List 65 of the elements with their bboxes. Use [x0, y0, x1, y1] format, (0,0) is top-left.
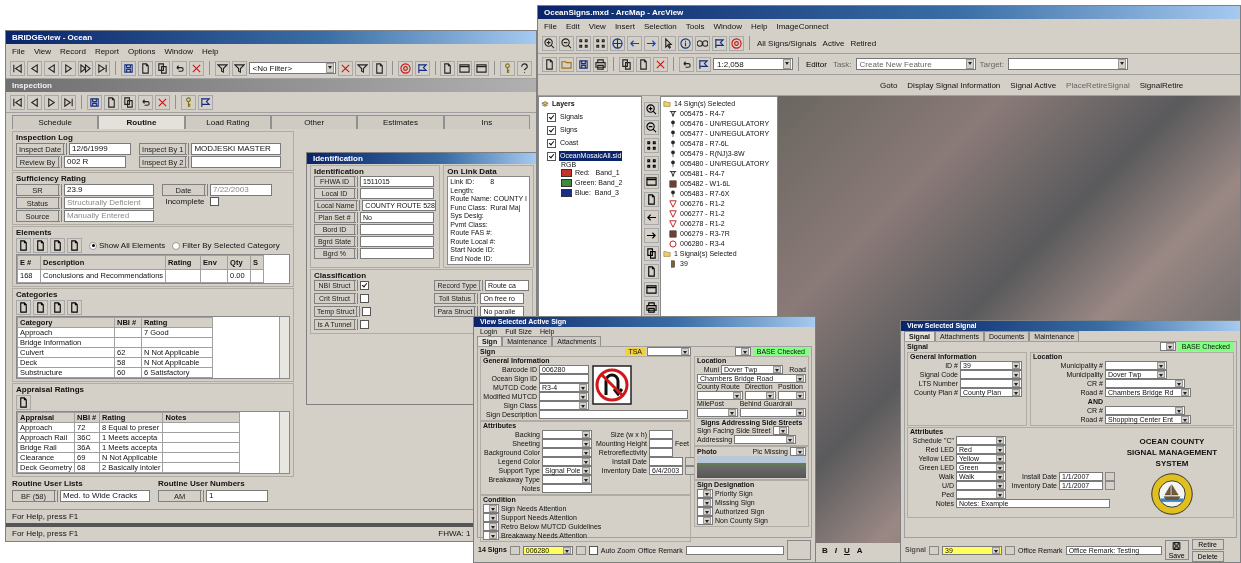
- task-dropdown[interactable]: Create New Feature: [855, 58, 976, 70]
- menu-item[interactable]: Edit: [565, 21, 580, 31]
- menu-item[interactable]: Window: [713, 21, 742, 31]
- window-title: Inspection: [6, 79, 536, 92]
- radio-option[interactable]: Filter By Selected Category: [172, 241, 280, 250]
- menu-item[interactable]: ImageConnect: [776, 21, 829, 31]
- menu-item[interactable]: View: [588, 21, 606, 31]
- section-title: On Link Data: [447, 167, 498, 176]
- logo-title: OCEAN COUNTY SIGNAL MANAGEMENT SYSTEM: [1126, 436, 1218, 469]
- section-title: Inspection Log: [16, 133, 74, 143]
- scale-dropdown[interactable]: 1:2,058: [713, 58, 793, 70]
- tab[interactable]: Other: [271, 115, 358, 129]
- window-title: BRIDGEview - Ocean: [6, 31, 536, 44]
- window-title: Identification: [307, 153, 536, 164]
- section-title: Identification: [314, 167, 365, 176]
- window-title: OceanSigns.mxd - ArcMap - ArcView: [538, 6, 1240, 19]
- tab[interactable]: Ins: [443, 115, 530, 129]
- format-button[interactable]: U: [844, 545, 850, 555]
- menu-item[interactable]: Record: [60, 46, 86, 56]
- command-button[interactable]: SignalRetire: [1137, 80, 1186, 90]
- format-button[interactable]: I: [834, 545, 837, 555]
- menu-item[interactable]: Tools: [685, 21, 705, 31]
- field-label: Incomplete: [164, 197, 206, 206]
- section-title: Categories: [16, 290, 59, 300]
- toolbar-link[interactable]: Retired: [848, 38, 879, 48]
- menu-item[interactable]: File: [544, 21, 557, 31]
- menu-item[interactable]: Selection: [643, 21, 677, 31]
- input-field[interactable]: MODJESKI MASTER: [191, 143, 282, 155]
- tab[interactable]: Schedule: [12, 115, 99, 129]
- field-label: Task:: [831, 59, 853, 69]
- command-button[interactable]: Display Signal Information: [905, 80, 1003, 90]
- input-field[interactable]: 12/6/1999: [69, 143, 132, 155]
- menu-item[interactable]: Report: [94, 46, 119, 56]
- input-field[interactable]: 002 R: [64, 156, 126, 168]
- menu-item[interactable]: Help: [201, 46, 219, 56]
- menu-item[interactable]: Window: [164, 46, 193, 56]
- section-title: Routine User Numbers: [158, 479, 246, 489]
- filter-dropdown[interactable]: <No Filter>: [248, 62, 336, 74]
- section-title: Sufficiency Rating: [16, 174, 87, 184]
- radio-option[interactable]: Show All Elements: [89, 241, 166, 250]
- section-title: Routine User Lists: [12, 479, 84, 489]
- command-button[interactable]: Signal Active: [1008, 80, 1059, 90]
- input-field[interactable]: Med. to Wide Cracks: [60, 490, 150, 502]
- tab[interactable]: Routine: [98, 115, 185, 129]
- section-title: Appraisal Ratings: [16, 385, 85, 395]
- section-title: Classification: [314, 271, 367, 280]
- status-text: FHWA: 1: [438, 528, 471, 540]
- toolbar-link[interactable]: Active: [820, 38, 847, 48]
- menu-item[interactable]: Help: [750, 21, 768, 31]
- command-button[interactable]: Goto: [878, 80, 900, 90]
- menu-item[interactable]: File: [12, 46, 25, 56]
- editor-menu-button[interactable]: Editor: [804, 59, 829, 69]
- input-field[interactable]: 1: [206, 490, 268, 502]
- format-button[interactable]: A: [856, 545, 863, 555]
- menu-item[interactable]: View: [33, 46, 52, 56]
- tab[interactable]: Estimates: [357, 115, 444, 129]
- format-button[interactable]: B: [822, 545, 828, 555]
- toolbar-link[interactable]: All Signs/Signals: [755, 38, 819, 48]
- input-field[interactable]: 23.9: [64, 184, 154, 196]
- field-label: Target:: [978, 59, 1006, 69]
- status-text: For Help, press F1: [12, 528, 79, 540]
- menu-item[interactable]: Insert: [614, 21, 635, 31]
- tab[interactable]: Load Rating: [184, 115, 271, 129]
- section-title: Elements: [16, 228, 53, 238]
- menu-item[interactable]: Options: [127, 46, 156, 56]
